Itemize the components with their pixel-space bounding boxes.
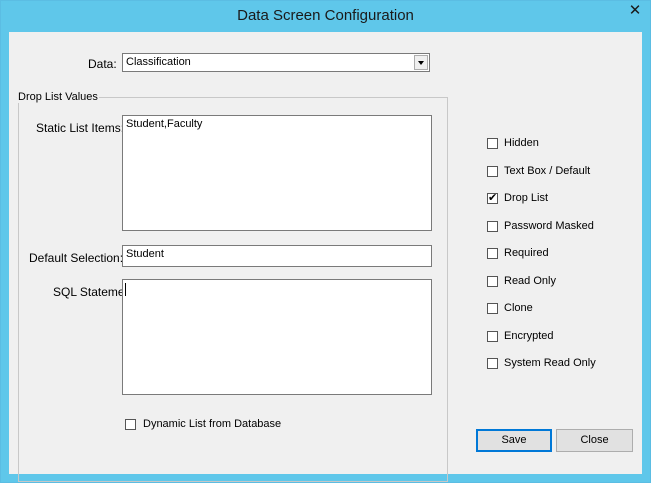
option-checkbox[interactable] [487, 248, 498, 259]
option-label: Required [504, 247, 549, 259]
static-list-textarea[interactable]: Student,Faculty [122, 115, 432, 231]
close-icon[interactable]: ✕ [626, 2, 644, 20]
checkmark-icon: ✔ [488, 192, 498, 204]
text-caret [125, 283, 126, 296]
window-title: Data Screen Configuration [237, 7, 414, 24]
group-title: Drop List Values [17, 91, 99, 103]
option-checkbox[interactable] [487, 331, 498, 342]
default-selection-label: Default Selection: [29, 251, 124, 265]
option-label: Password Masked [504, 220, 594, 232]
sql-statement-textarea[interactable] [122, 279, 432, 395]
data-combobox-value: Classification [126, 56, 191, 68]
option-checkbox[interactable] [487, 303, 498, 314]
save-button[interactable]: Save [476, 429, 552, 452]
option-label: Hidden [504, 137, 539, 149]
dialog-body: Data: Classification Drop List Values St… [9, 32, 642, 482]
default-selection-input[interactable]: Student [122, 245, 432, 267]
option-label: Text Box / Default [504, 165, 591, 177]
static-list-label: Static List Items: [36, 121, 125, 135]
option-label: System Read Only [504, 357, 596, 369]
option-checkbox[interactable] [487, 276, 498, 287]
dynamic-list-checkbox[interactable] [125, 419, 136, 430]
option-label: Read Only [504, 275, 556, 287]
combo-dropdown-button[interactable] [414, 55, 428, 70]
data-label: Data: [88, 57, 117, 71]
data-combobox[interactable]: Classification [122, 53, 430, 72]
option-checkbox[interactable] [487, 166, 498, 177]
title-bar[interactable]: Data Screen Configuration ✕ [1, 1, 650, 33]
option-checkbox[interactable] [487, 138, 498, 149]
option-label: Clone [504, 302, 533, 314]
option-checkbox[interactable] [487, 221, 498, 232]
chevron-down-icon [418, 61, 424, 65]
close-button[interactable]: Close [556, 429, 633, 452]
option-label: Encrypted [504, 330, 554, 342]
dialog-window: Data Screen Configuration ✕ Data: Classi… [0, 0, 651, 483]
option-checkbox[interactable] [487, 358, 498, 369]
option-label: Drop List [504, 192, 549, 204]
option-checkbox[interactable]: ✔ [487, 192, 498, 204]
dynamic-list-label: Dynamic List from Database [143, 418, 282, 430]
